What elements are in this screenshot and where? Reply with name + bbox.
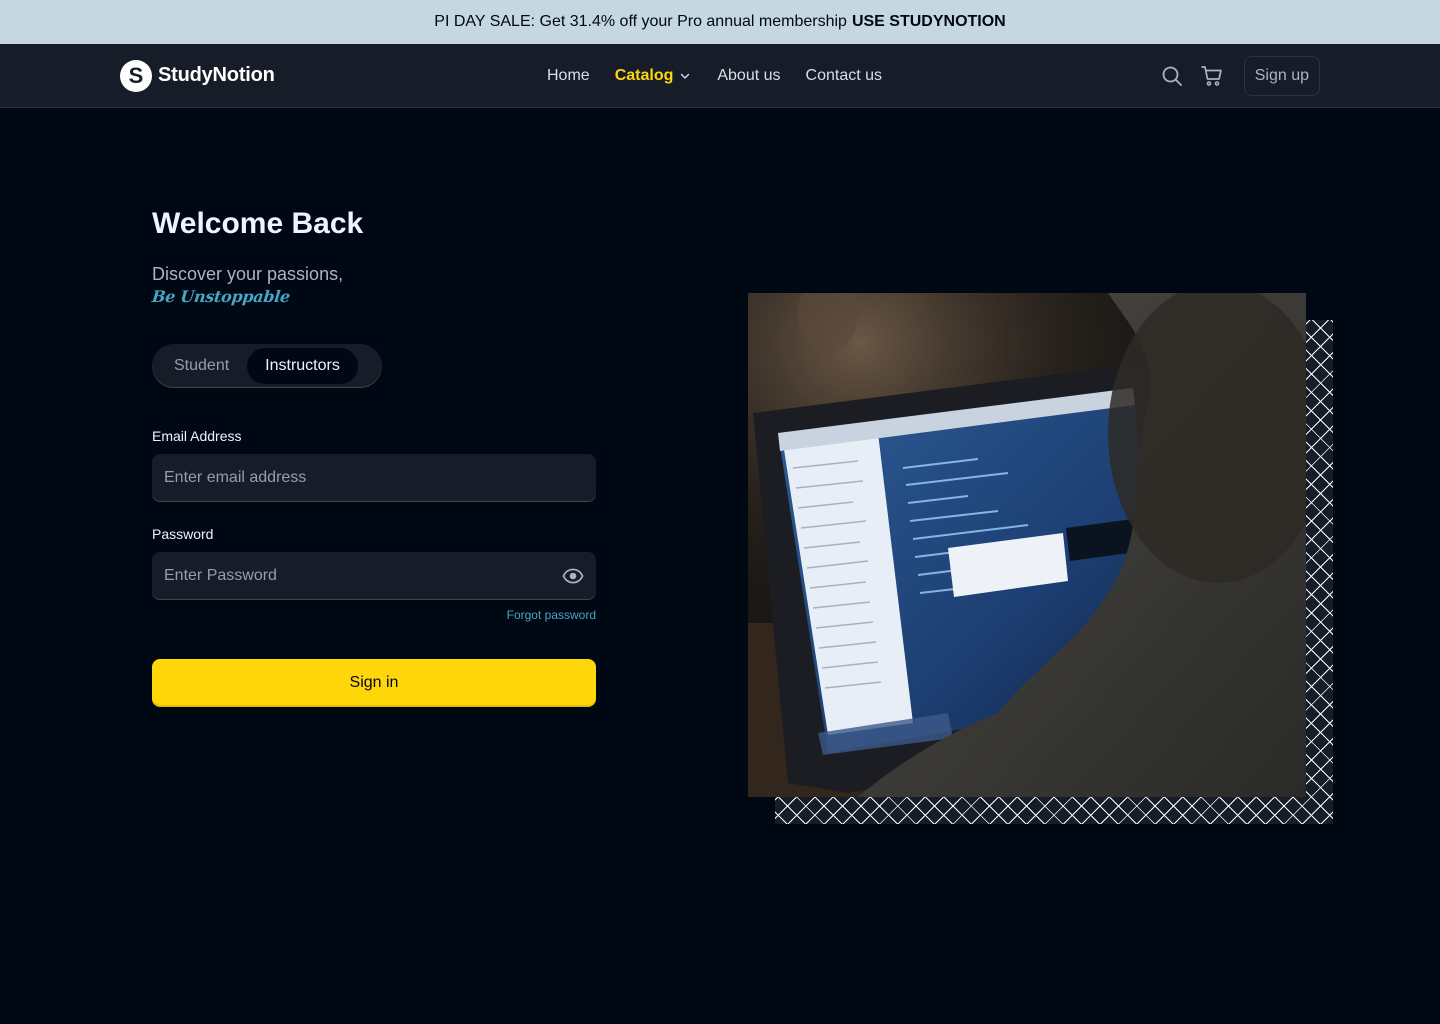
hero-image — [748, 293, 1306, 797]
nav-catalog[interactable]: Catalog — [615, 67, 692, 85]
promo-code: USE STUDYNOTION — [851, 13, 1006, 30]
nav-home[interactable]: Home — [547, 67, 590, 85]
nav-links: Home Catalog About us Contact us — [547, 64, 882, 88]
cart-icon — [1200, 66, 1222, 86]
nav-contact[interactable]: Contact us — [806, 67, 882, 85]
page-subtitle: Discover your passions, Be Unstoppable — [151, 261, 596, 307]
signin-button[interactable]: Sign in — [152, 659, 596, 707]
login-form: Welcome Back Discover your passions, Be … — [151, 205, 596, 707]
eye-icon[interactable] — [562, 565, 584, 587]
forgot-password-link[interactable]: Forgot password — [152, 608, 596, 622]
password-label: Password — [152, 526, 214, 542]
email-field-wrapper — [152, 454, 596, 502]
brand-name: StudyNotion — [158, 64, 275, 86]
cart-button[interactable] — [1200, 64, 1224, 88]
password-field[interactable] — [152, 552, 596, 600]
search-icon — [1162, 66, 1182, 86]
nav-about[interactable]: About us — [717, 67, 780, 85]
search-button[interactable] — [1160, 64, 1184, 88]
logo[interactable]: S StudyNotion — [120, 59, 275, 92]
promo-banner: PI DAY SALE: Get 31.4% off your Pro annu… — [0, 0, 1440, 44]
nav-actions: Sign up — [1160, 56, 1320, 96]
email-field[interactable] — [152, 454, 596, 502]
role-toggle: Student Instructors — [152, 344, 382, 388]
signup-button[interactable]: Sign up — [1243, 56, 1320, 96]
email-label: Email Address — [152, 428, 242, 444]
role-student-tab[interactable]: Student — [156, 348, 247, 384]
page-title: Welcome Back — [152, 207, 364, 240]
logo-mark: S — [120, 59, 152, 92]
navbar: S StudyNotion Home Catalog About us Cont… — [0, 44, 1440, 108]
laptop-illustration — [748, 293, 1306, 797]
nav-catalog-label: Catalog — [614, 67, 674, 84]
subtitle-text: Discover your passions, — [152, 264, 344, 284]
role-instructor-tab[interactable]: Instructors — [247, 348, 358, 384]
tagline: Be Unstoppable — [151, 287, 291, 306]
chevron-down-icon — [681, 73, 690, 79]
password-field-wrapper — [152, 552, 596, 600]
promo-text: PI DAY SALE: Get 31.4% off your Pro annu… — [434, 13, 847, 30]
